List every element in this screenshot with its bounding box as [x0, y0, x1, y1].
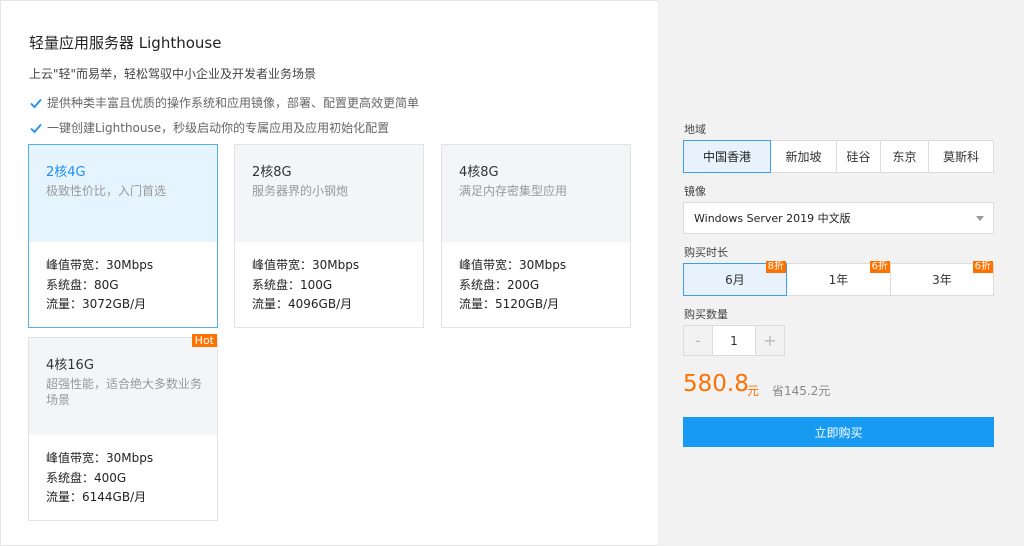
discount-badge: 6折: [869, 261, 890, 273]
feature-item: 一键创建Lighthouse，秒级启动你的专属应用及应用初始化配置: [29, 119, 389, 136]
region-option-siliconvalley[interactable]: 硅谷: [837, 140, 881, 173]
price-value: 580.8: [683, 371, 749, 397]
plan-card-4c16g[interactable]: Hot 4核16G 超强性能，适合绝大多数业务场景 峰值带宽：30Mbps 系统…: [28, 334, 218, 521]
region-option-singapore[interactable]: 新加坡: [771, 140, 837, 173]
plan-card-4c8g[interactable]: 4核8G 满足内存密集型应用 峰值带宽：30Mbps 系统盘：200G 流量：5…: [441, 144, 631, 328]
feature-item: 提供种类丰富且优质的操作系统和应用镜像，部署、配置更高效更简单: [29, 94, 419, 111]
duration-option-6m[interactable]: 6月 8折: [683, 261, 787, 296]
region-option-tokyo[interactable]: 东京: [881, 140, 929, 173]
page-title: 轻量应用服务器 Lighthouse: [29, 34, 222, 52]
plan-desc: 超强性能，适合绝大多数业务场景: [46, 377, 203, 407]
plan-name: 2核8G: [252, 165, 292, 180]
region-option-moscow[interactable]: 莫斯科: [929, 140, 994, 173]
feature-text: 一键创建Lighthouse，秒级启动你的专属应用及应用初始化配置: [47, 121, 390, 135]
region-option-hongkong[interactable]: 中国香港: [683, 140, 771, 173]
plan-name: 2核4G: [46, 165, 86, 180]
duration-option-1y[interactable]: 1年 6折: [787, 261, 891, 296]
duration-selector: 6月 8折 1年 6折 3年 6折: [683, 261, 994, 296]
check-icon: [30, 123, 42, 133]
plan-bandwidth: 峰值带宽：30Mbps: [252, 258, 360, 272]
plan-disk: 系统盘：100G: [252, 278, 333, 292]
saving-text: 省145.2元: [772, 384, 831, 398]
page-subtitle: 上云"轻"而易举，轻松驾驭中小企业及开发者业务场景: [29, 67, 317, 81]
increment-button[interactable]: +: [755, 325, 785, 356]
discount-badge: 8折: [765, 261, 786, 273]
quantity-stepper: - 1 +: [683, 325, 785, 356]
plan-bandwidth: 峰值带宽：30Mbps: [46, 258, 154, 272]
duration-text: 1年: [828, 273, 849, 287]
chevron-down-icon: [976, 216, 984, 221]
plan-disk: 系统盘：400G: [46, 471, 127, 485]
plan-name: 4核8G: [459, 165, 499, 180]
plan-bandwidth: 峰值带宽：30Mbps: [459, 258, 567, 272]
duration-option-3y[interactable]: 3年 6折: [891, 261, 994, 296]
plan-traffic: 流量：6144GB/月: [46, 490, 147, 504]
plan-card-2c8g[interactable]: 2核8G 服务器界的小钢炮 峰值带宽：30Mbps 系统盘：100G 流量：40…: [234, 144, 424, 328]
plan-disk: 系统盘：80G: [46, 278, 119, 292]
plan-desc: 服务器界的小钢炮: [252, 184, 349, 198]
discount-badge: 6折: [972, 261, 993, 273]
duration-text: 3年: [932, 273, 952, 287]
image-select[interactable]: Windows Server 2019 中文版: [683, 202, 994, 234]
quantity-label: 购买数量: [684, 308, 728, 321]
feature-text: 提供种类丰富且优质的操作系统和应用镜像，部署、配置更高效更简单: [47, 96, 420, 110]
plan-traffic: 流量：5120GB/月: [459, 297, 560, 311]
region-label: 地域: [684, 123, 706, 136]
region-selector: 中国香港 新加坡 硅谷 东京 莫斯科: [683, 140, 994, 173]
decrement-button[interactable]: -: [683, 325, 713, 356]
duration-label: 购买时长: [684, 246, 728, 259]
plan-desc: 极致性价比，入门首选: [46, 184, 167, 198]
plan-bandwidth: 峰值带宽：30Mbps: [46, 451, 154, 465]
plan-card-2c4g[interactable]: 2核4G 极致性价比，入门首选 峰值带宽：30Mbps 系统盘：80G 流量：3…: [28, 144, 218, 328]
check-icon: [30, 98, 42, 108]
image-select-value: Windows Server 2019 中文版: [694, 212, 851, 225]
plan-traffic: 流量：4096GB/月: [252, 297, 353, 311]
buy-now-button[interactable]: 立即购买: [683, 417, 994, 447]
plan-disk: 系统盘：200G: [459, 278, 540, 292]
plan-name: 4核16G: [46, 358, 94, 373]
price-unit: 元: [747, 384, 760, 398]
quantity-input[interactable]: 1: [713, 325, 755, 356]
plan-desc: 满足内存密集型应用: [459, 184, 568, 198]
image-label: 镜像: [684, 185, 706, 198]
plan-traffic: 流量：3072GB/月: [46, 297, 147, 311]
duration-text: 6月: [725, 273, 745, 287]
hot-badge: Hot: [191, 334, 217, 347]
product-panel: 轻量应用服务器 Lighthouse 上云"轻"而易举，轻松驾驭中小企业及开发者…: [0, 0, 658, 546]
